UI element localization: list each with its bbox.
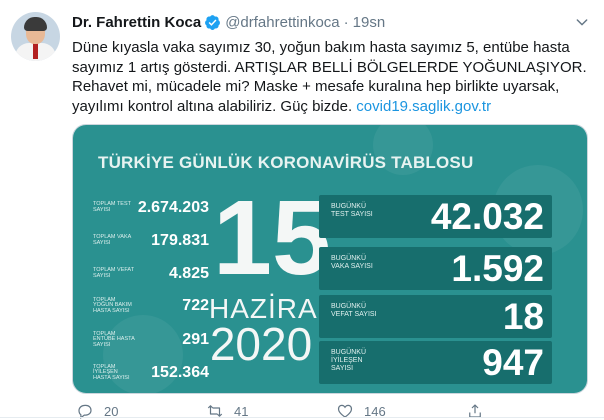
tweet-link[interactable]: covid19.saglik.gov.tr — [356, 98, 491, 115]
today-value: 947 — [482, 342, 544, 383]
today-test-box: BUGÜNKÜ TEST SAYISI 42.032 — [319, 195, 552, 238]
total-intubated-row: TOPLAM ENTÜBE HASTA SAYISI 291 — [93, 330, 209, 350]
separator-dot: · — [343, 13, 349, 31]
total-value: 4.825 — [168, 265, 209, 282]
coronavirus-poster: TÜRKİYE GÜNLÜK KORONAVİRÜS TABLOSU TOPLA… — [73, 125, 587, 393]
poster-day: 15 — [213, 179, 331, 297]
total-label: TOPLAM YOĞUN BAKIM HASTA SAYISI — [93, 296, 132, 314]
total-label: TOPLAM VEFAT SAYISI — [93, 267, 134, 279]
total-value: 152.364 — [151, 364, 209, 381]
author-handle[interactable]: @drfahrettinkoca — [225, 14, 339, 31]
tweet-text: Düne kıyasla vaka sayımız 30, yoğun bakı… — [72, 38, 592, 116]
today-case-box: BUGÜNKÜ VAKA SAYISI 1.592 — [319, 247, 552, 290]
total-case-row: TOPLAM VAKA SAYISI 179.831 — [93, 231, 209, 251]
total-label: TOPLAM VAKA SAYISI — [93, 234, 132, 246]
total-label: TOPLAM İYİLEŞEN HASTA SAYISI — [93, 363, 130, 381]
avatar[interactable] — [11, 12, 60, 61]
total-value: 722 — [182, 297, 209, 314]
total-test-row: TOPLAM TEST SAYISI 2.674.203 — [93, 198, 209, 218]
author-name[interactable]: Dr. Fahrettin Koca — [72, 14, 201, 31]
total-label: TOPLAM ENTÜBE HASTA SAYISI — [93, 330, 135, 348]
today-death-box: BUGÜNKÜ VEFAT SAYISI 18 — [319, 295, 552, 338]
total-value: 291 — [182, 331, 209, 348]
total-recovered-row: TOPLAM İYİLEŞEN HASTA SAYISI 152.364 — [93, 363, 209, 383]
total-label: TOPLAM TEST SAYISI — [93, 201, 131, 213]
total-death-row: TOPLAM VEFAT SAYISI 4.825 — [93, 264, 209, 284]
poster-year: 2020 — [209, 318, 313, 370]
tweet-body: Düne kıyasla vaka sayımız 30, yoğun bakı… — [72, 39, 587, 115]
avatar-hair — [24, 17, 47, 31]
today-recovered-box: BUGÜNKÜ İYİLEŞEN SAYISI 947 — [319, 341, 552, 384]
today-label: BUGÜNKÜ TEST SAYISI — [331, 203, 373, 218]
total-icu-row: TOPLAM YOĞUN BAKIM HASTA SAYISI 722 — [93, 296, 209, 316]
tweet-time[interactable]: 19sn — [353, 14, 386, 31]
today-label: BUGÜNKÜ VAKA SAYISI — [331, 255, 373, 270]
today-value: 1.592 — [451, 248, 544, 289]
today-value: 18 — [502, 296, 544, 337]
poster-title: TÜRKİYE GÜNLÜK KORONAVİRÜS TABLOSU — [98, 153, 474, 172]
today-label: BUGÜNKÜ İYİLEŞEN SAYISI — [331, 349, 367, 372]
total-value: 2.674.203 — [137, 199, 209, 216]
tweet-header: Dr. Fahrettin Koca @drfahrettinkoca · 19… — [72, 12, 385, 32]
total-value: 179.831 — [151, 232, 209, 249]
today-value: 42.032 — [430, 196, 544, 237]
tweet-image[interactable]: TÜRKİYE GÜNLÜK KORONAVİRÜS TABLOSU TOPLA… — [72, 124, 588, 394]
verified-badge-icon — [205, 14, 221, 30]
chevron-down-icon[interactable] — [574, 14, 590, 30]
avatar-tie — [33, 43, 38, 59]
today-label: BUGÜNKÜ VEFAT SAYISI — [331, 303, 377, 318]
